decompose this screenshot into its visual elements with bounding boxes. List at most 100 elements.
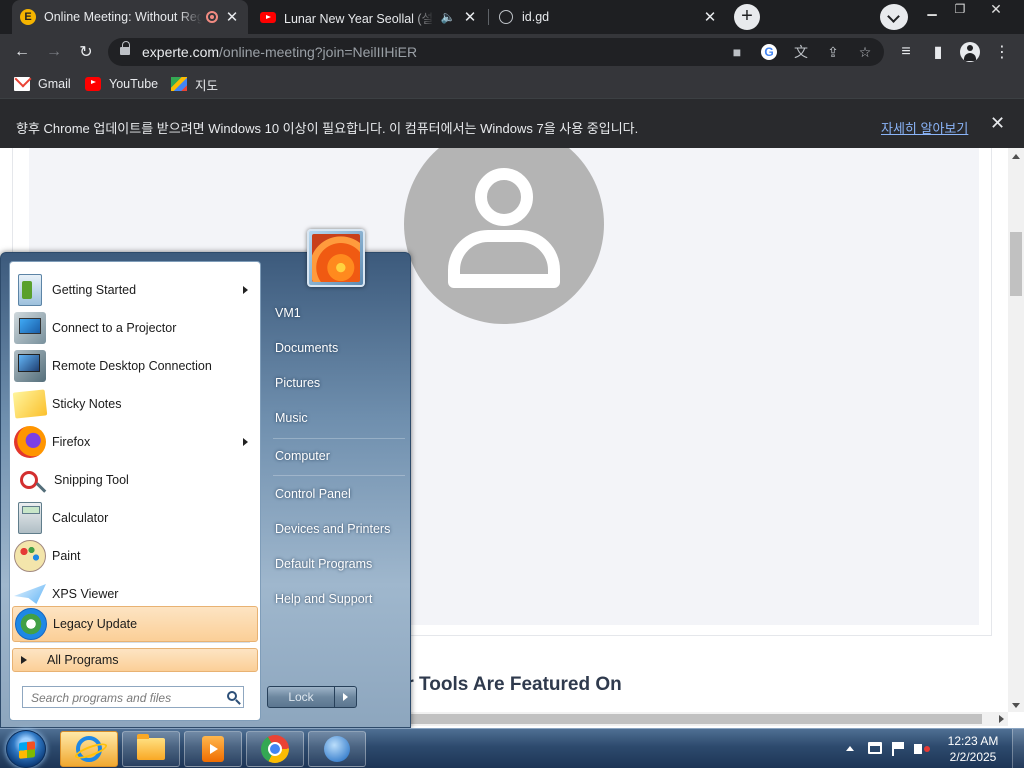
program-firefox[interactable]: Firefox	[12, 424, 258, 460]
program-label: Remote Desktop Connection	[52, 359, 212, 373]
tab-strip: E Online Meeting: Without Registration ✕…	[0, 0, 1024, 34]
youtube-icon	[260, 9, 276, 25]
tab-online-meeting[interactable]: E Online Meeting: Without Registration ✕	[12, 0, 248, 34]
xps-viewer-icon	[14, 584, 46, 604]
show-desktop-button[interactable]	[1012, 729, 1024, 768]
scroll-right-icon[interactable]	[999, 715, 1004, 723]
menu-computer[interactable]: Computer	[269, 441, 407, 471]
system-clock[interactable]: 12:23 AM 2/2/2025	[938, 733, 1008, 765]
chrome-icon	[261, 735, 289, 763]
program-label: XPS Viewer	[52, 587, 119, 601]
search-placeholder: Search programs and files	[31, 691, 172, 705]
bookmark-maps[interactable]: 지도	[171, 75, 218, 93]
shutdown-options-arrow-icon[interactable]	[335, 686, 357, 708]
vertical-scrollbar[interactable]	[1008, 148, 1024, 712]
calculator-icon	[18, 502, 42, 534]
tab-id-gd[interactable]: id.gd ✕	[490, 0, 726, 34]
youtube-icon	[85, 77, 101, 91]
address-bar[interactable]: experte.com/online-meeting?join=NeilIIHi…	[108, 38, 884, 66]
menu-control-panel[interactable]: Control Panel	[269, 479, 407, 509]
translate-icon[interactable]: 文	[792, 43, 810, 61]
program-snipping-tool[interactable]: Snipping Tool	[12, 462, 258, 498]
taskbar: 12:23 AM 2/2/2025	[0, 728, 1024, 768]
user-picture[interactable]	[307, 229, 365, 287]
scrollbar-thumb[interactable]	[1010, 232, 1022, 296]
featured-heading: Our Tools Are Featured On	[380, 674, 622, 695]
program-label: Paint	[52, 549, 81, 563]
tab-search-button[interactable]	[880, 4, 908, 30]
menu-help-support[interactable]: Help and Support	[269, 584, 407, 614]
menu-default-programs[interactable]: Default Programs	[269, 549, 407, 579]
tab-close-icon[interactable]: ✕	[702, 8, 718, 26]
taskbar-chrome[interactable]	[246, 731, 304, 767]
menu-devices-printers[interactable]: Devices and Printers	[269, 514, 407, 544]
search-icon[interactable]	[227, 691, 237, 701]
lock-button[interactable]: Lock	[267, 686, 335, 708]
menu-music[interactable]: Music	[269, 403, 407, 433]
scroll-up-icon[interactable]	[1012, 154, 1020, 159]
program-paint[interactable]: Paint	[12, 538, 258, 574]
scroll-down-icon[interactable]	[1012, 703, 1020, 708]
new-tab-button[interactable]: +	[734, 4, 760, 30]
restore-button[interactable]: ❐	[946, 0, 974, 18]
bookmark-label: YouTube	[109, 77, 159, 91]
network-icon[interactable]	[868, 742, 882, 754]
taskbar-media-player[interactable]	[184, 731, 242, 767]
reload-button[interactable]: ↻	[74, 40, 98, 64]
maps-icon	[171, 77, 187, 91]
infobar-close-icon[interactable]: ✕	[990, 113, 1005, 134]
bookmark-label: Gmail	[38, 77, 71, 91]
program-remote-desktop[interactable]: Remote Desktop Connection	[12, 348, 258, 384]
media-player-icon	[202, 736, 224, 762]
forward-button[interactable]: →	[42, 40, 66, 64]
program-label: Connect to a Projector	[52, 321, 177, 335]
menu-user-folder[interactable]: VM1	[269, 298, 407, 328]
e-letter-icon: E	[20, 9, 36, 25]
program-getting-started[interactable]: Getting Started	[12, 272, 258, 308]
show-hidden-icons-arrow[interactable]	[846, 746, 854, 751]
tab-title: Lunar New Year Seollal (설날)	[284, 11, 434, 26]
volume-muted-icon[interactable]	[914, 744, 930, 754]
tab-lunar-new-year[interactable]: Lunar New Year Seollal (설날) 🔈 ✕	[252, 0, 486, 34]
chrome-menu-icon[interactable]: ⋮	[990, 40, 1014, 64]
share-icon[interactable]: ⇪	[824, 43, 842, 61]
flower-avatar-icon	[312, 234, 360, 282]
legacy-update-icon	[15, 608, 47, 640]
minimize-button[interactable]: ▁	[918, 0, 946, 18]
tab-close-icon[interactable]: ✕	[462, 8, 478, 26]
media-control-icon[interactable]: ≡	[894, 40, 918, 64]
profile-avatar-icon[interactable]	[958, 40, 982, 64]
bookmark-star-icon[interactable]: ☆	[856, 43, 874, 61]
start-search-input[interactable]: Search programs and files	[22, 686, 244, 708]
getting-started-icon	[18, 274, 42, 306]
remote-desktop-icon	[14, 350, 46, 382]
action-center-flag-icon[interactable]	[892, 742, 904, 756]
program-legacy-update[interactable]: Legacy Update	[12, 606, 258, 642]
menu-pictures[interactable]: Pictures	[269, 368, 407, 398]
internet-explorer-icon	[76, 736, 102, 762]
side-panel-icon[interactable]: ▮	[926, 40, 950, 64]
taskbar-internet-explorer[interactable]	[60, 731, 118, 767]
taskbar-file-explorer[interactable]	[122, 731, 180, 767]
window-controls: ▁ ❐ ✕	[918, 0, 1018, 18]
menu-documents[interactable]: Documents	[269, 333, 407, 363]
tab-close-icon[interactable]: ✕	[224, 8, 240, 26]
lock-icon[interactable]	[120, 41, 130, 57]
program-connect-to-projector[interactable]: Connect to a Projector	[12, 310, 258, 346]
address-url[interactable]: experte.com/online-meeting?join=NeilIIHi…	[142, 44, 417, 60]
firefox-icon	[14, 426, 46, 458]
all-programs-button[interactable]: All Programs	[12, 648, 258, 672]
start-button[interactable]	[6, 730, 46, 768]
close-window-button[interactable]: ✕	[974, 0, 1018, 18]
taskbar-network[interactable]	[308, 731, 366, 767]
program-sticky-notes[interactable]: Sticky Notes	[12, 386, 258, 422]
learn-more-link[interactable]: 자세히 알아보기	[881, 118, 968, 137]
camera-icon[interactable]: ■	[728, 43, 746, 61]
program-label: Snipping Tool	[54, 473, 129, 487]
speaker-icon[interactable]: 🔈	[440, 10, 456, 24]
bookmark-gmail[interactable]: Gmail	[14, 75, 71, 93]
google-lens-icon[interactable]: G	[760, 43, 778, 61]
back-button[interactable]: ←	[10, 40, 34, 64]
bookmark-youtube[interactable]: YouTube	[85, 75, 158, 93]
program-calculator[interactable]: Calculator	[12, 500, 258, 536]
